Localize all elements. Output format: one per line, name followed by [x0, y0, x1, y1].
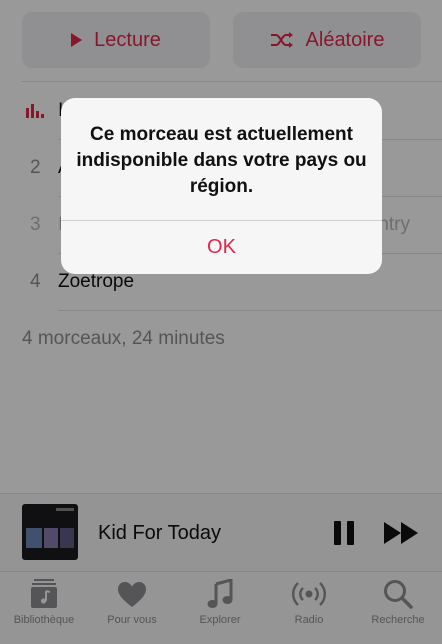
modal-overlay — [0, 0, 442, 644]
alert-message: Ce morceau est actuellement indisponible… — [76, 124, 367, 197]
ok-button[interactable]: OK — [61, 221, 382, 274]
alert-dialog: Ce morceau est actuellement indisponible… — [61, 98, 382, 274]
